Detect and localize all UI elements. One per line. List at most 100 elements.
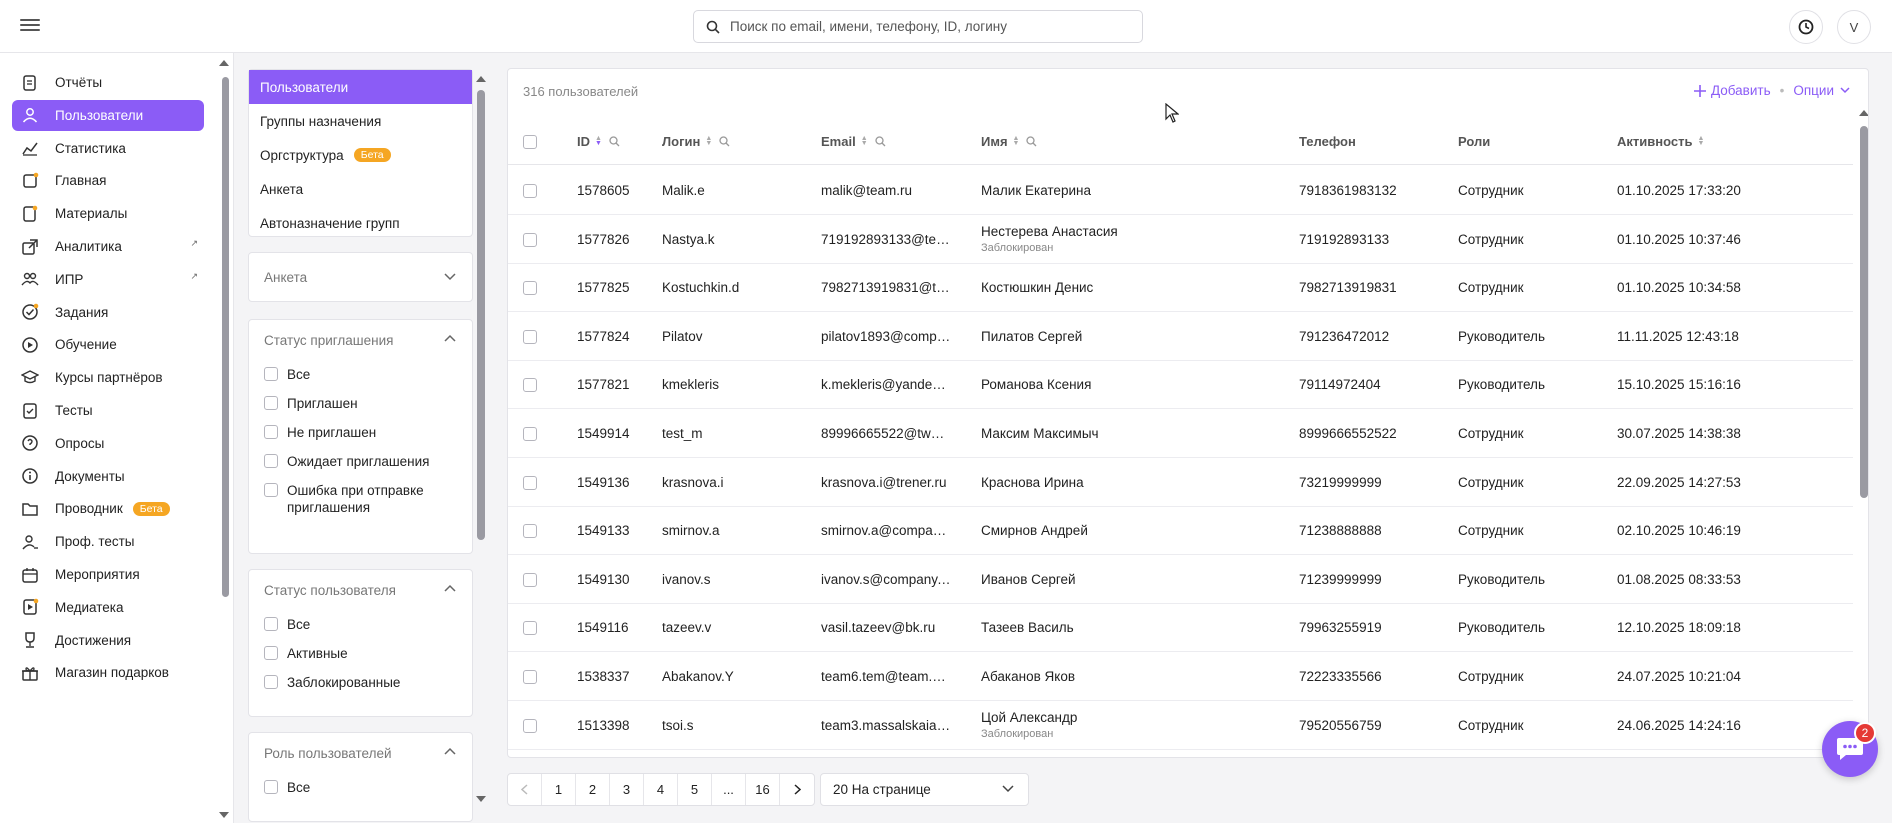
row-checkbox[interactable]: [523, 427, 537, 441]
filter-option[interactable]: Приглашен: [249, 389, 472, 418]
filter-option[interactable]: Ожидает приглашения: [249, 447, 472, 476]
sidebar-item-18[interactable]: Магазин подарков: [12, 657, 204, 688]
row-checkbox[interactable]: [523, 572, 537, 587]
search-input[interactable]: [730, 11, 1130, 42]
filter-checkbox[interactable]: [264, 425, 278, 439]
sidebar-item-11[interactable]: Опросы: [12, 428, 204, 459]
sidebar-item-17[interactable]: Достижения: [12, 625, 204, 656]
filter-checkbox[interactable]: [264, 675, 278, 689]
sort-icon[interactable]: ▲ ▼: [595, 135, 602, 147]
filter-checkbox[interactable]: [264, 646, 278, 660]
sidebar-item-13[interactable]: Проводник Бета: [12, 493, 204, 524]
sidebar-item-4[interactable]: Материалы: [12, 198, 204, 229]
table-scrollbar[interactable]: [1858, 109, 1869, 757]
next-page-button[interactable]: [780, 774, 814, 805]
filter-option[interactable]: Ошибка при отправке приглашения: [249, 476, 472, 522]
column-login[interactable]: Логин ▲ ▼: [662, 117, 730, 165]
sidebar-item-10[interactable]: Тесты: [12, 395, 204, 426]
table-row[interactable]: 1549136 krasnova.i krasnova.i@trener.ru Кра…: [508, 458, 1853, 507]
scroll-up-icon[interactable]: [475, 75, 487, 83]
add-button[interactable]: Добавить: [1693, 83, 1771, 98]
sidebar-item-12[interactable]: Документы: [12, 461, 204, 492]
table-row[interactable]: 1577821 kmekleris k.mekleris@yandex.ru Рома…: [508, 360, 1853, 410]
filter-scroll-thumb[interactable]: [477, 90, 485, 540]
filter-option[interactable]: Все: [249, 360, 472, 389]
column-search-icon[interactable]: [719, 135, 730, 147]
column-activity[interactable]: Активность ▲ ▼: [1617, 117, 1704, 165]
row-checkbox[interactable]: [523, 329, 537, 344]
sort-icon[interactable]: ▲ ▼: [861, 135, 868, 147]
column-name[interactable]: Имя ▲ ▼: [981, 117, 1037, 165]
column-search-icon[interactable]: [874, 135, 886, 147]
filter-checkbox[interactable]: [264, 483, 278, 497]
row-checkbox[interactable]: [523, 621, 537, 636]
filter-checkbox[interactable]: [264, 617, 278, 631]
sidebar-item-2[interactable]: Статистика: [12, 133, 204, 164]
scroll-down-icon[interactable]: [475, 795, 487, 803]
sidebar-item-16[interactable]: Медиатека: [12, 592, 204, 623]
table-row[interactable]: 1577826 Nastya.k 719192893133@team.ru Несте…: [508, 215, 1853, 264]
options-button[interactable]: Опции: [1793, 83, 1850, 98]
filter-option[interactable]: Активные: [249, 639, 472, 668]
sidebar-item-5[interactable]: Аналитика ↗: [12, 231, 204, 262]
sidebar-item-9[interactable]: Курсы партнёров: [12, 362, 204, 393]
scroll-up-icon[interactable]: [218, 59, 230, 67]
invite-status-header[interactable]: Статус приглашения: [249, 320, 472, 360]
table-row[interactable]: 1549914 test_m 89996665522@twelve.ru Максим…: [508, 409, 1853, 458]
sidebar-scroll-thumb[interactable]: [222, 77, 229, 597]
page-button[interactable]: 16: [746, 774, 780, 805]
sidebar-item-0[interactable]: Отчёты: [12, 67, 204, 98]
sidebar-item-1[interactable]: Пользователи: [12, 99, 204, 131]
tab-0[interactable]: Пользователи: [249, 70, 472, 104]
sidebar-item-15[interactable]: Мероприятия: [12, 559, 204, 590]
sort-icon[interactable]: ▲ ▼: [705, 135, 712, 147]
table-row[interactable]: 1549116 tazeev.v vasil.tazeev@bk.ru Тазеев …: [508, 603, 1853, 653]
anketa-filter-header[interactable]: Анкета: [249, 253, 472, 301]
user-avatar[interactable]: V: [1837, 10, 1871, 44]
row-checkbox[interactable]: [523, 524, 537, 539]
tab-1[interactable]: Группы назначения: [249, 104, 472, 138]
row-checkbox[interactable]: [523, 718, 537, 733]
history-button[interactable]: [1789, 10, 1823, 44]
table-row[interactable]: 1538337 Abakanov.Y team6.tem@team.com Абака…: [508, 652, 1853, 701]
tab-2[interactable]: Оргструктура Бета: [249, 138, 472, 172]
row-checkbox[interactable]: [523, 184, 537, 198]
sidebar-item-7[interactable]: Задания: [12, 297, 204, 328]
tab-4[interactable]: Автоназначение групп: [249, 206, 472, 240]
filter-option[interactable]: Все: [249, 610, 472, 639]
page-button[interactable]: 4: [644, 774, 678, 805]
row-checkbox[interactable]: [523, 475, 537, 490]
sort-icon[interactable]: ▲ ▼: [1697, 135, 1704, 147]
table-scroll-thumb[interactable]: [1860, 126, 1868, 498]
filter-scrollbar[interactable]: [475, 64, 487, 804]
tab-3[interactable]: Анкета: [249, 172, 472, 206]
page-button[interactable]: 3: [610, 774, 644, 805]
row-checkbox[interactable]: [523, 281, 537, 296]
row-checkbox[interactable]: [523, 232, 537, 247]
scroll-up-icon[interactable]: [1858, 109, 1869, 117]
per-page-select[interactable]: 20 На странице: [820, 773, 1029, 806]
filter-checkbox[interactable]: [264, 454, 278, 468]
table-row[interactable]: 1577825 Kostuchkin.d 7982713919831@team.ru…: [508, 263, 1853, 313]
sort-icon[interactable]: ▲ ▼: [1013, 135, 1020, 147]
filter-option[interactable]: Все: [249, 773, 472, 802]
menu-icon[interactable]: [20, 16, 40, 34]
filter-checkbox[interactable]: [264, 780, 278, 794]
sidebar-item-6[interactable]: ИПР ↗: [12, 264, 204, 295]
page-button[interactable]: 1: [542, 774, 576, 805]
user-role-header[interactable]: Роль пользователей: [249, 733, 472, 773]
prev-page-button[interactable]: [508, 774, 542, 805]
filter-checkbox[interactable]: [264, 396, 278, 410]
sidebar-scrollbar[interactable]: [218, 56, 230, 823]
page-button[interactable]: 2: [576, 774, 610, 805]
filter-option[interactable]: Не приглашен: [249, 418, 472, 447]
select-all-checkbox[interactable]: [523, 135, 537, 149]
column-email[interactable]: Email ▲ ▼: [821, 117, 886, 165]
table-row[interactable]: 1578605 Malik.e malik@team.ru Малик Екатери…: [508, 166, 1853, 215]
sidebar-item-3[interactable]: Главная: [12, 165, 204, 196]
page-button[interactable]: 5: [678, 774, 712, 805]
row-checkbox[interactable]: [523, 378, 537, 393]
column-search-icon[interactable]: [609, 135, 620, 147]
table-row[interactable]: 1549130 ivanov.s ivanov.s@company.ru Иванов…: [508, 555, 1853, 604]
column-search-icon[interactable]: [1026, 135, 1037, 147]
